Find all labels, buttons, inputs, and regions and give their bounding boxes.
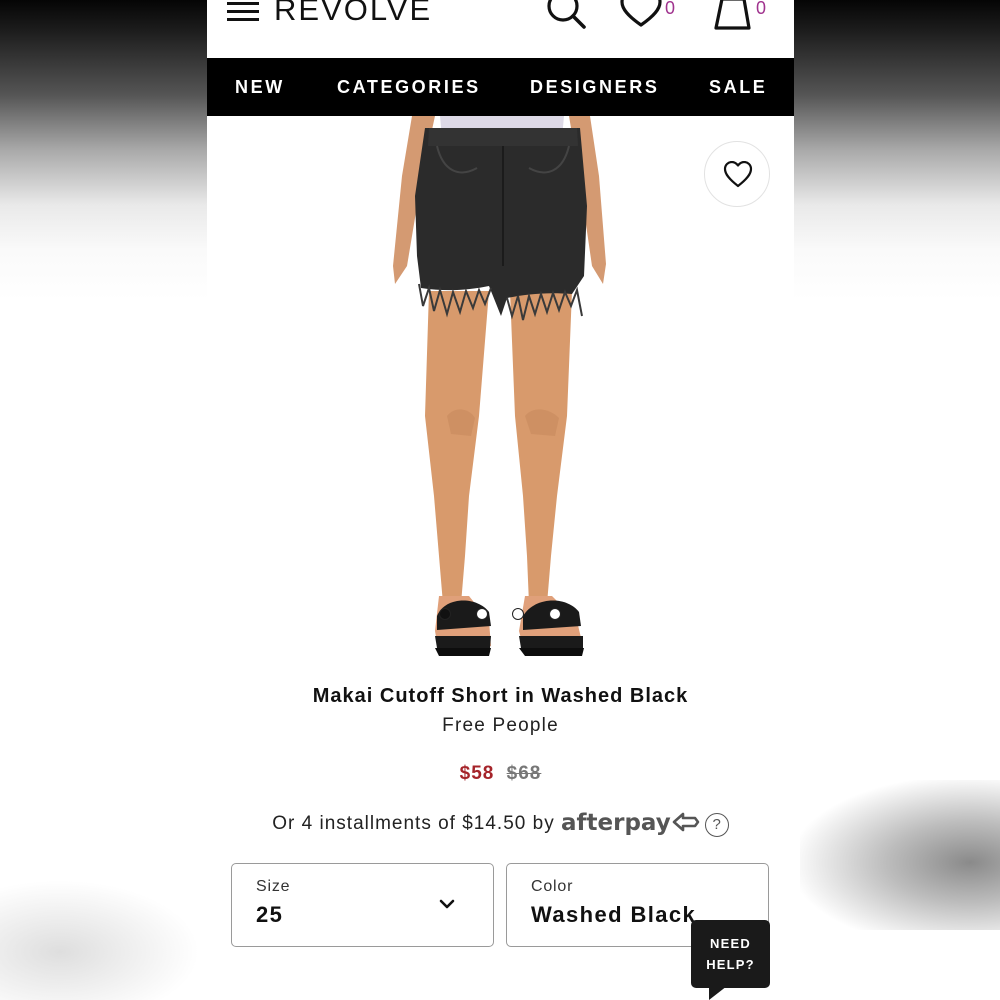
need-help-chat-button[interactable]: NEED HELP?: [691, 920, 770, 1000]
add-to-wishlist-button[interactable]: [704, 141, 770, 207]
backdrop-shadow-left: [0, 880, 200, 1000]
original-price: $68: [506, 763, 542, 784]
search-icon[interactable]: [545, 0, 589, 32]
product-photo-illustration: [393, 116, 606, 656]
size-value: 25: [256, 902, 284, 927]
carousel-dot[interactable]: [476, 608, 488, 620]
need-help-line-1: NEED: [710, 936, 751, 951]
wishlist-count-badge: 0: [665, 0, 676, 18]
size-label: Size: [256, 878, 291, 895]
backdrop-shadow-right: [800, 780, 1000, 930]
price-row: $58 $68: [207, 761, 794, 787]
nav-item-designers[interactable]: DESIGNERS: [530, 58, 659, 116]
nav-item-new[interactable]: NEW: [235, 58, 285, 116]
top-header: REVOLVE 0 0: [207, 0, 794, 58]
help-circle-icon[interactable]: ?: [704, 813, 729, 837]
afterpay-installments: Or 4 installments of $14.50 by afterpay …: [207, 808, 794, 839]
revolve-logo[interactable]: REVOLVE: [274, 0, 432, 30]
heart-icon[interactable]: [619, 0, 663, 30]
color-value: Washed Black: [531, 902, 697, 927]
size-selector[interactable]: Size 25: [231, 863, 494, 947]
sale-price: $58: [459, 763, 495, 784]
heart-outline-icon: [723, 161, 753, 188]
product-brand[interactable]: Free People: [207, 713, 794, 739]
need-help-line-2: HELP?: [706, 957, 755, 972]
nav-item-categories[interactable]: CATEGORIES: [337, 58, 481, 116]
carousel-dot[interactable]: [512, 608, 524, 620]
product-image[interactable]: [207, 116, 794, 668]
nav-item-sale[interactable]: SALE: [709, 58, 767, 116]
category-nav: NEW CATEGORIES DESIGNERS SALE: [207, 58, 794, 116]
afterpay-logo-icon: [672, 812, 700, 832]
afterpay-wordmark: afterpay: [560, 810, 671, 836]
color-label: Color: [531, 878, 574, 895]
product-name: Makai Cutoff Short in Washed Black: [312, 685, 689, 707]
chat-bubble-tail: [709, 986, 727, 1000]
installments-text: Or 4 installments of $14.50 by: [272, 813, 555, 834]
bag-count-badge: 0: [756, 0, 767, 18]
phone-screen: REVOLVE 0 0 NEW CATEGORIES DESIGNERS SAL…: [207, 0, 794, 1000]
shopping-bag-icon[interactable]: [712, 0, 754, 32]
carousel-dot[interactable]: [549, 608, 561, 620]
chevron-down-icon: [439, 899, 455, 909]
carousel-dot[interactable]: [439, 608, 451, 620]
hamburger-menu-icon[interactable]: [227, 0, 259, 22]
image-carousel-dots: [439, 608, 569, 622]
